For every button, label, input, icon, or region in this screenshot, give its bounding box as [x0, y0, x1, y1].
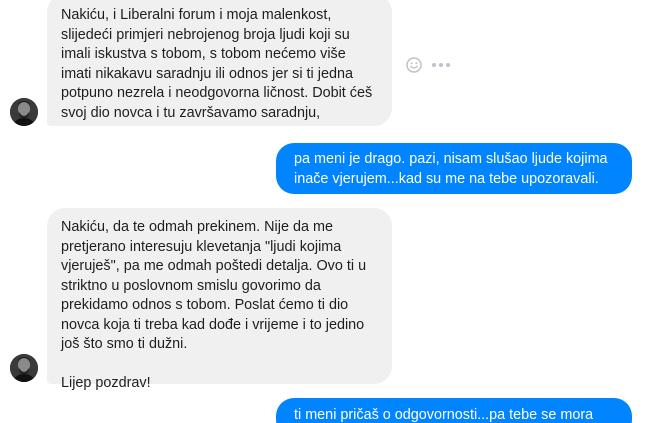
incoming-message-bubble[interactable]: Nakiću, da te odmah prekinem. Nije da me… — [47, 208, 392, 391]
more-options-icon[interactable] — [432, 63, 450, 67]
message-actions — [406, 55, 450, 75]
smile-icon[interactable] — [406, 57, 422, 73]
incoming-message-bubble[interactable]: Nakiću, i Liberalni forum i moja malenko… — [47, 0, 392, 126]
avatar[interactable] — [10, 98, 38, 126]
avatar[interactable] — [10, 354, 38, 382]
chat-thread: Nakiću, i Liberalni forum i moja malenko… — [0, 0, 645, 423]
outgoing-message-bubble[interactable]: ti meni pričaš o odgovornosti...pa tebe … — [276, 398, 632, 423]
outgoing-message-bubble[interactable]: pa meni je drago. pazi, nisam slušao lju… — [276, 143, 632, 194]
